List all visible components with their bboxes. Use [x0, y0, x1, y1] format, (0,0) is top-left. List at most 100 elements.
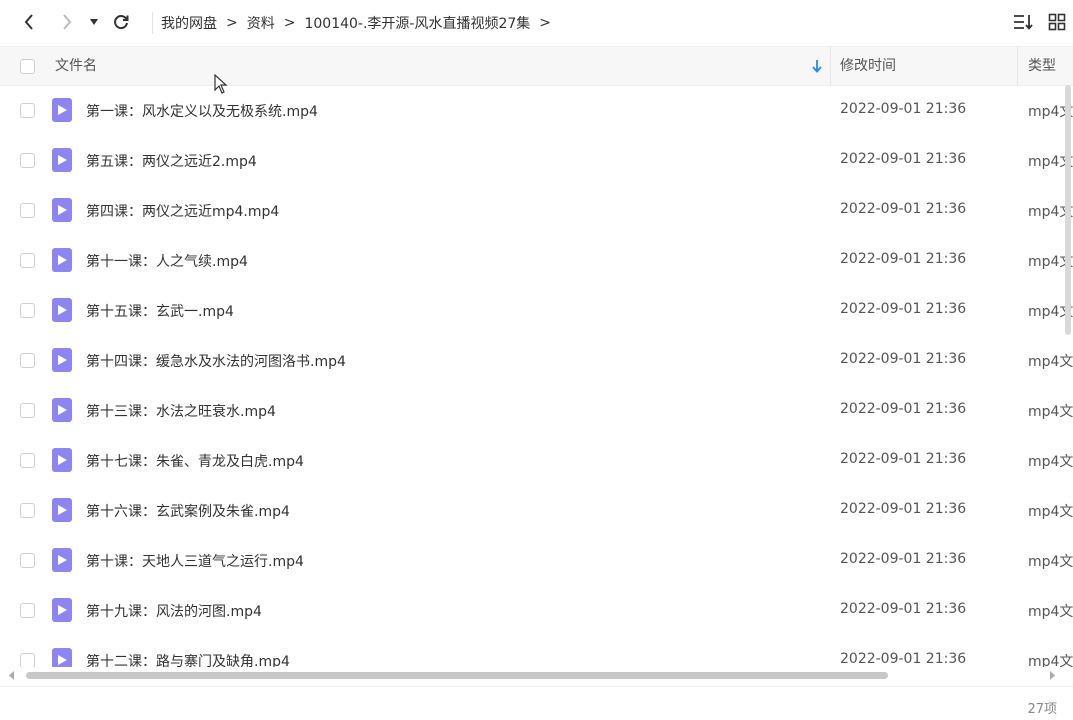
- column-type-header[interactable]: 类型: [1028, 47, 1056, 85]
- video-file-icon: [52, 198, 72, 222]
- back-button[interactable]: [16, 8, 42, 36]
- row-checkbox[interactable]: [20, 653, 35, 667]
- file-modified-time: 2022-09-01 21:36: [840, 351, 967, 367]
- file-row[interactable]: 第十九课：风法的河图.mp4 2022-09-01 21:36 mp4文件: [0, 585, 1073, 635]
- column-header: 文件名 修改时间 类型: [0, 46, 1073, 86]
- row-checkbox[interactable]: [20, 353, 35, 368]
- file-modified-time: 2022-09-01 21:36: [840, 551, 967, 567]
- refresh-button[interactable]: [108, 8, 134, 36]
- video-file-icon: [52, 548, 72, 572]
- breadcrumb-separator[interactable]: >: [539, 15, 551, 31]
- file-name[interactable]: 第四课：两仪之远近mp4.mp4: [86, 201, 279, 221]
- grid-view-icon: [1048, 13, 1066, 31]
- row-checkbox[interactable]: [20, 303, 35, 318]
- column-resize-handle[interactable]: [1017, 47, 1018, 85]
- row-checkbox[interactable]: [20, 553, 35, 568]
- scroll-right-icon[interactable]: [1048, 671, 1056, 680]
- caret-down-icon: [90, 19, 98, 25]
- sort-list-icon: [1014, 15, 1033, 30]
- vertical-scrollbar[interactable]: [1065, 85, 1071, 335]
- column-modified-header[interactable]: 修改时间: [840, 47, 896, 85]
- video-file-icon: [52, 598, 72, 622]
- file-type: mp4文件: [1028, 604, 1073, 620]
- file-modified-time: 2022-09-01 21:36: [840, 101, 967, 117]
- file-name[interactable]: 第十二课：路与寨门及缺角.mp4: [86, 651, 290, 667]
- select-all-checkbox[interactable]: [20, 59, 35, 74]
- row-checkbox[interactable]: [20, 153, 35, 168]
- forward-button[interactable]: [54, 8, 80, 36]
- video-file-icon: [52, 448, 72, 472]
- file-name[interactable]: 第十课：天地人三道气之运行.mp4: [86, 551, 304, 571]
- column-resize-handle[interactable]: [830, 47, 831, 85]
- column-name-header[interactable]: 文件名: [55, 47, 97, 85]
- horizontal-scrollbar-thumb[interactable]: [26, 672, 888, 679]
- file-name[interactable]: 第十七课：朱雀、青龙及白虎.mp4: [86, 451, 304, 471]
- toolbar: 我的网盘 > 资料 > 100140-.李开源-风水直播视频27集 >: [0, 0, 1073, 45]
- row-checkbox[interactable]: [20, 603, 35, 618]
- item-count: 27项: [1027, 702, 1057, 717]
- row-checkbox[interactable]: [20, 203, 35, 218]
- status-bar: 27项: [0, 686, 1073, 720]
- file-row[interactable]: 第一课：风水定义以及无极系统.mp4 2022-09-01 21:36 mp4文…: [0, 85, 1073, 135]
- chevron-left-icon: [24, 14, 33, 30]
- file-row[interactable]: 第十课：天地人三道气之运行.mp4 2022-09-01 21:36 mp4文件: [0, 535, 1073, 585]
- grid-view-button[interactable]: [1044, 8, 1070, 36]
- file-row[interactable]: 第十五课：玄武一.mp4 2022-09-01 21:36 mp4文件: [0, 285, 1073, 335]
- breadcrumb-separator: >: [226, 15, 238, 31]
- file-name[interactable]: 第十三课：水法之旺衰水.mp4: [86, 401, 276, 421]
- file-name[interactable]: 第一课：风水定义以及无极系统.mp4: [86, 101, 318, 121]
- file-row[interactable]: 第四课：两仪之远近mp4.mp4 2022-09-01 21:36 mp4文件: [0, 185, 1073, 235]
- scroll-left-icon[interactable]: [8, 671, 16, 680]
- row-checkbox[interactable]: [20, 103, 35, 118]
- file-modified-time: 2022-09-01 21:36: [840, 151, 967, 167]
- refresh-icon: [114, 15, 129, 30]
- file-type: mp4文件: [1028, 354, 1073, 370]
- video-file-icon: [52, 248, 72, 272]
- file-name[interactable]: 第十九课：风法的河图.mp4: [86, 601, 262, 621]
- file-row[interactable]: 第五课：两仪之远近2.mp4 2022-09-01 21:36 mp4文件: [0, 135, 1073, 185]
- breadcrumb-item-materials[interactable]: 资料: [247, 13, 275, 33]
- file-type: mp4文件: [1028, 654, 1073, 667]
- video-file-icon: [52, 498, 72, 522]
- file-list: 第一课：风水定义以及无极系统.mp4 2022-09-01 21:36 mp4文…: [0, 85, 1073, 667]
- file-row[interactable]: 第十三课：水法之旺衰水.mp4 2022-09-01 21:36 mp4文件: [0, 385, 1073, 435]
- video-file-icon: [52, 648, 72, 667]
- video-file-icon: [52, 148, 72, 172]
- file-type: mp4文件: [1028, 404, 1073, 420]
- file-modified-time: 2022-09-01 21:36: [840, 451, 967, 467]
- history-dropdown[interactable]: [84, 8, 104, 36]
- file-row[interactable]: 第十四课：缓急水及水法的河图洛书.mp4 2022-09-01 21:36 mp…: [0, 335, 1073, 385]
- file-name[interactable]: 第十六课：玄武案例及朱雀.mp4: [86, 501, 290, 521]
- file-name[interactable]: 第五课：两仪之远近2.mp4: [86, 151, 257, 171]
- video-file-icon: [52, 98, 72, 122]
- file-row[interactable]: 第十一课：人之气续.mp4 2022-09-01 21:36 mp4文件: [0, 235, 1073, 285]
- file-row[interactable]: 第十六课：玄武案例及朱雀.mp4 2022-09-01 21:36 mp4文件: [0, 485, 1073, 535]
- row-checkbox[interactable]: [20, 453, 35, 468]
- file-modified-time: 2022-09-01 21:36: [840, 251, 967, 267]
- file-modified-time: 2022-09-01 21:36: [840, 201, 967, 217]
- row-checkbox[interactable]: [20, 403, 35, 418]
- breadcrumb-item-current-folder[interactable]: 100140-.李开源-风水直播视频27集: [304, 13, 530, 33]
- file-name[interactable]: 第十一课：人之气续.mp4: [86, 251, 248, 271]
- breadcrumb-separator: >: [283, 15, 296, 31]
- horizontal-scrollbar[interactable]: [8, 669, 1058, 681]
- breadcrumb: 我的网盘 > 资料 > 100140-.李开源-风水直播视频27集 >: [152, 12, 560, 34]
- video-file-icon: [52, 398, 72, 422]
- file-name[interactable]: 第十五课：玄武一.mp4: [86, 301, 234, 321]
- file-row[interactable]: 第十七课：朱雀、青龙及白虎.mp4 2022-09-01 21:36 mp4文件: [0, 435, 1073, 485]
- breadcrumb-item-my-drive[interactable]: 我的网盘: [161, 13, 217, 33]
- file-modified-time: 2022-09-01 21:36: [840, 651, 967, 667]
- row-checkbox[interactable]: [20, 503, 35, 518]
- row-checkbox[interactable]: [20, 253, 35, 268]
- video-file-icon: [52, 348, 72, 372]
- file-row[interactable]: 第十二课：路与寨门及缺角.mp4 2022-09-01 21:36 mp4文件: [0, 635, 1073, 667]
- chevron-right-icon: [63, 14, 72, 30]
- file-modified-time: 2022-09-01 21:36: [840, 501, 967, 517]
- file-name[interactable]: 第十四课：缓急水及水法的河图洛书.mp4: [86, 351, 346, 371]
- sort-arrow-down-icon[interactable]: [811, 59, 823, 73]
- video-file-icon: [52, 298, 72, 322]
- file-type: mp4文件: [1028, 454, 1073, 470]
- file-modified-time: 2022-09-01 21:36: [840, 601, 967, 617]
- file-modified-time: 2022-09-01 21:36: [840, 401, 967, 417]
- sort-button[interactable]: [1010, 8, 1036, 36]
